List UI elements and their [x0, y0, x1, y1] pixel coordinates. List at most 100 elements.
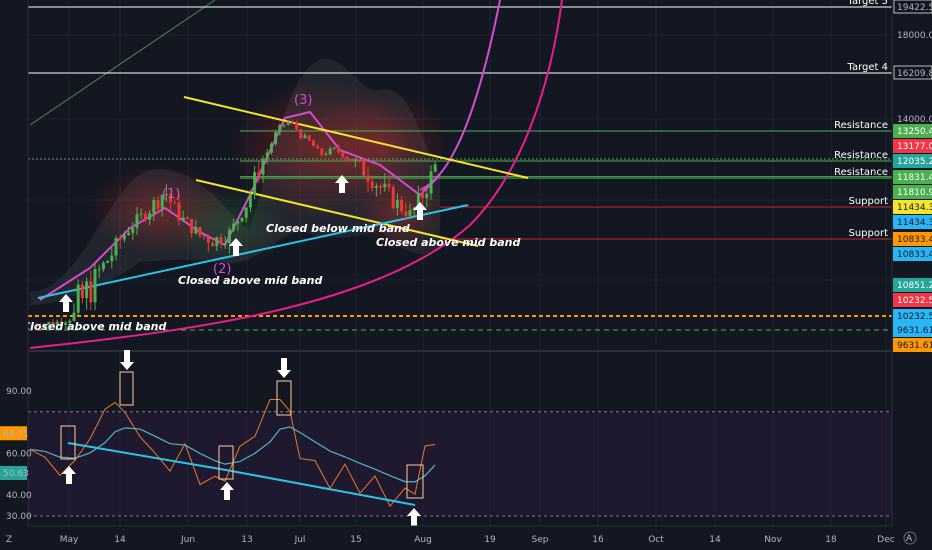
time-tick-2: Jun — [180, 535, 195, 545]
candle-body — [127, 232, 131, 235]
candle-body — [282, 124, 286, 126]
candle-body — [391, 186, 395, 208]
candle-body — [353, 159, 357, 161]
candle-body — [265, 152, 269, 159]
candle-body — [324, 154, 328, 156]
time-tick-4: Jul — [294, 535, 306, 545]
candle-body — [85, 281, 89, 299]
time-tick-14: Dec — [877, 535, 894, 545]
price-tag-text-0: 13250.41 — [897, 127, 932, 137]
candle-body — [429, 171, 433, 194]
corner-right-label[interactable]: A — [906, 534, 913, 544]
oscillator-band — [28, 413, 892, 516]
candle-body — [269, 143, 273, 153]
time-tick-1: 14 — [114, 535, 126, 545]
candle-body — [118, 237, 122, 240]
candle-body — [198, 226, 202, 236]
candle-body — [97, 269, 101, 271]
candle-body — [349, 159, 353, 161]
candle-body — [400, 199, 404, 212]
candle-body — [244, 207, 248, 218]
time-tick-7: 19 — [484, 535, 496, 545]
candle-body — [278, 125, 282, 133]
osc-value-text-1: 50.63 — [3, 469, 29, 479]
candle-body — [295, 122, 299, 130]
candle-body — [89, 281, 93, 303]
level-label-7: Support — [848, 228, 888, 239]
candle-body — [274, 132, 278, 144]
price-tag-text-2: 12035.28 — [897, 157, 932, 167]
candle-body — [395, 199, 399, 208]
candle-body — [190, 219, 194, 234]
price-tick-1: 18000.00 — [897, 31, 932, 41]
price-tick-0: 19422.57 — [897, 3, 932, 13]
candle-body — [148, 213, 152, 220]
candle-body — [143, 213, 147, 220]
candle-body — [341, 152, 345, 158]
candle-body — [232, 223, 236, 230]
price-tick-3: 14000.00 — [897, 115, 932, 125]
candle-body — [215, 237, 219, 247]
trading-chart[interactable]: (1) (2) (3) Closed above mid band Closed… — [0, 0, 932, 550]
candle-body — [227, 229, 231, 244]
price-tag-text-13: 9631.61 — [897, 341, 932, 351]
candle-body — [139, 213, 143, 215]
level-label-3: Resistance — [834, 150, 888, 161]
candle-body — [236, 221, 240, 224]
price-tag-text-1: 13177.02 — [897, 142, 932, 152]
wave-label-1: (1) — [162, 187, 180, 202]
candle-body — [181, 217, 185, 221]
candle-body — [185, 217, 189, 220]
candle-body — [332, 147, 336, 149]
candle-body — [106, 261, 110, 263]
candle-body — [80, 284, 84, 299]
time-tick-13: 18 — [825, 535, 837, 545]
candle-body — [290, 121, 294, 123]
candle-body — [379, 186, 383, 188]
note-closed-below: Closed below mid band — [266, 222, 410, 235]
candle-body — [337, 147, 341, 153]
note-closed-above-2: Closed above mid band — [178, 274, 322, 287]
candle-body — [358, 159, 362, 161]
candle-body — [425, 193, 429, 199]
note-closed-above-3: Closed above mid band — [376, 236, 520, 249]
level-label-6: Support — [848, 196, 888, 207]
time-tick-5: 15 — [350, 535, 361, 545]
candle-body — [257, 172, 261, 175]
wave-label-3: (3) — [294, 93, 312, 108]
time-tick-3: 13 — [241, 535, 252, 545]
osc-tick-3: 30.00 — [6, 512, 32, 522]
candle-body — [156, 200, 160, 209]
price-tag-text-8: 10833.44 — [897, 250, 932, 260]
candle-body — [240, 217, 244, 222]
price-tag-text-11: 10232.53 — [897, 312, 932, 322]
candle-body — [223, 243, 227, 245]
candle-body — [286, 121, 290, 125]
candle-body — [206, 236, 210, 243]
candle-body — [311, 140, 315, 147]
candle-body — [374, 186, 378, 189]
time-axis[interactable]: May 14 Jun 13 Jul 15 Aug 19 Sep 16 Oct 14 Nov 18 Dec — [60, 535, 895, 545]
level-label-1: Target 4 — [847, 62, 888, 73]
candle-body — [362, 159, 366, 176]
candle-body — [328, 148, 332, 155]
corner-left-label[interactable]: Z — [6, 535, 12, 545]
time-tick-12: Nov — [764, 535, 782, 545]
candle-body — [345, 157, 349, 160]
candle-body — [202, 235, 206, 237]
candle-body — [110, 255, 114, 262]
osc-tick-1: 60.00 — [6, 450, 32, 460]
price-tag-text-7: 10833.44 — [897, 235, 932, 245]
time-tick-8: Sep — [532, 535, 549, 545]
time-tick-9: 16 — [592, 535, 604, 545]
candle-body — [408, 210, 412, 216]
time-tick-6: Aug — [414, 535, 432, 545]
candle-body — [114, 237, 118, 256]
candle-body — [248, 194, 252, 208]
candle-body — [152, 200, 156, 214]
candle-body — [316, 146, 320, 149]
candle-body — [122, 234, 126, 240]
candle-body — [76, 284, 80, 313]
candle-body — [93, 269, 97, 303]
osc-tick-0: 90.00 — [6, 387, 32, 397]
